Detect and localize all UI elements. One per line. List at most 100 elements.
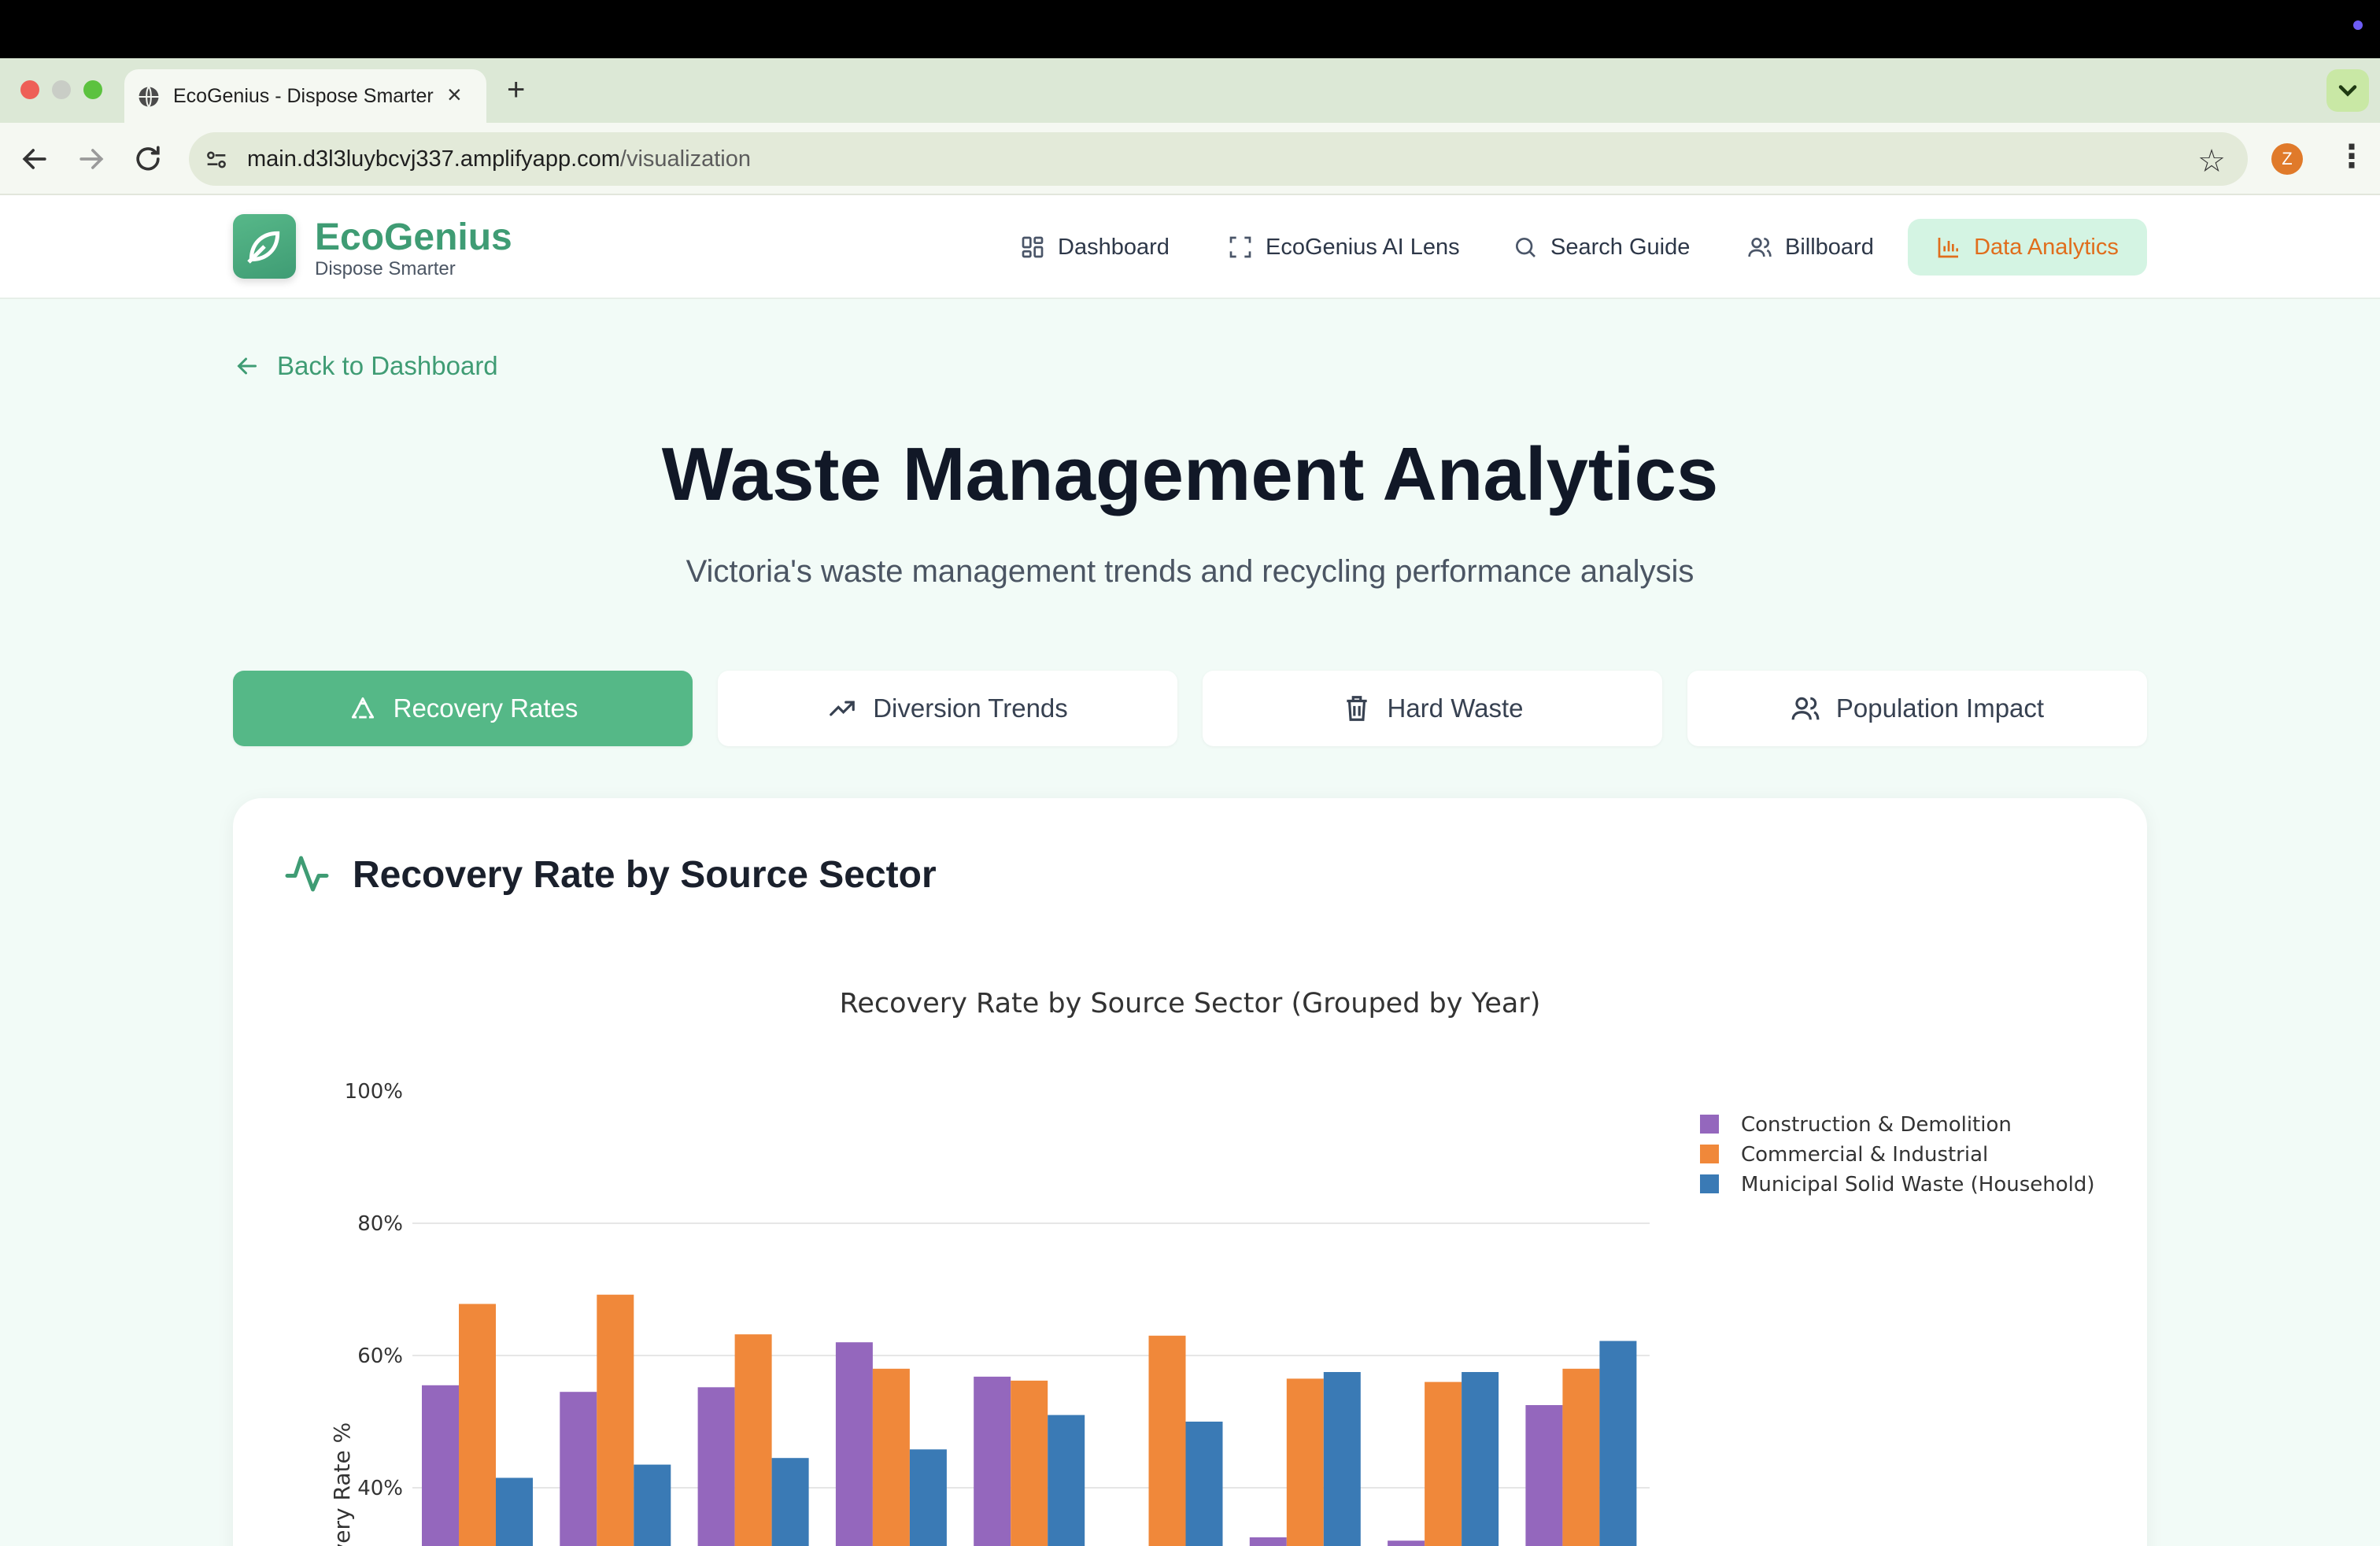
browser-menu-icon[interactable]: ⋮ (2336, 139, 2367, 175)
back-link-label: Back to Dashboard (277, 351, 498, 380)
tab-search-button[interactable] (2326, 69, 2369, 112)
brand-name[interactable]: EcoGenius (315, 216, 512, 259)
url-domain: main.d3l3luybcvj337.amplifyapp.com (247, 146, 620, 172)
search-icon (1516, 238, 1536, 257)
bookmark-star-icon[interactable]: ☆ (2197, 143, 2226, 179)
app-header: EcoGenius Dispose Smarter Dashboard EcoG… (0, 195, 2380, 299)
arrow-left-icon (237, 357, 257, 375)
bar[interactable] (872, 1368, 910, 1546)
chart-title: Recovery Rate by Source Sector (Grouped … (840, 988, 1541, 1019)
bar[interactable] (1425, 1381, 1462, 1546)
browser-tab[interactable]: EcoGenius - Dispose Smarter × (124, 69, 486, 123)
legend-label[interactable]: Municipal Solid Waste (Household) (1741, 1173, 2095, 1196)
brand-tagline: Dispose Smarter (315, 258, 456, 279)
trash-icon (1346, 696, 1367, 721)
tab-close-icon[interactable]: × (447, 80, 462, 109)
y-tick-label: 40% (357, 1477, 403, 1500)
tab-diversion-trends-label: Diversion Trends (873, 693, 1068, 723)
bar-chart-icon (1938, 238, 1959, 258)
bar[interactable] (1148, 1335, 1186, 1546)
minimize-window-button[interactable] (52, 80, 71, 99)
bar[interactable] (422, 1385, 459, 1546)
bar[interactable] (1286, 1378, 1324, 1546)
grid-icon (1022, 236, 1044, 258)
trending-up-icon (830, 701, 856, 716)
bar[interactable] (597, 1294, 634, 1546)
tab-population-impact-label: Population Impact (1835, 693, 2045, 723)
recycle-icon (351, 697, 374, 719)
url-path: /visualization (619, 146, 751, 172)
forward-arrow-icon[interactable] (74, 142, 109, 176)
nav-search-guide[interactable]: Search Guide (1513, 219, 1690, 276)
bar[interactable] (1462, 1372, 1499, 1546)
logo[interactable] (233, 214, 296, 279)
status-dot-icon (2353, 20, 2363, 30)
browser-tabstrip: EcoGenius - Dispose Smarter × + (0, 58, 2380, 123)
legend-label[interactable]: Commercial & Industrial (1741, 1143, 1988, 1167)
bar[interactable] (771, 1458, 809, 1546)
tab-recovery-rates-label: Recovery Rates (393, 693, 578, 723)
users-icon (1791, 697, 1820, 720)
browser-toolbar: main.d3l3luybcvj337.amplifyapp.com/visua… (0, 123, 2380, 195)
page-title: Waste Management Analytics (661, 432, 1719, 516)
globe-icon (139, 86, 159, 108)
bar[interactable] (1388, 1540, 1425, 1546)
nav-data-analytics[interactable]: Data Analytics (1908, 219, 2147, 276)
bar[interactable] (1185, 1422, 1223, 1546)
y-tick-label: 60% (357, 1344, 403, 1368)
bar[interactable] (835, 1342, 873, 1546)
recovery-rate-chart: Recovery Rate by Source Sector (Grouped … (329, 988, 2095, 1546)
y-axis-label: Recovery Rate % (329, 1422, 355, 1546)
leaf-icon (247, 231, 280, 264)
bar[interactable] (1048, 1415, 1085, 1546)
new-tab-button[interactable]: + (507, 72, 525, 108)
address-bar[interactable]: main.d3l3luybcvj337.amplifyapp.com/visua… (189, 132, 2248, 186)
bar[interactable] (697, 1387, 735, 1546)
nav-billboard[interactable]: Billboard (1747, 219, 1874, 276)
bar[interactable] (1011, 1380, 1048, 1546)
tab-population-impact[interactable]: Population Impact (1687, 671, 2147, 746)
reload-icon[interactable] (131, 142, 165, 176)
chart-card: Recovery Rate by Source Sector Recovery … (233, 798, 2147, 1546)
bar[interactable] (909, 1449, 947, 1546)
url-text: main.d3l3luybcvj337.amplifyapp.com/visua… (247, 146, 751, 172)
y-tick-label: 100% (345, 1080, 403, 1104)
nav-billboard-label: Billboard (1785, 234, 1874, 260)
bar[interactable] (734, 1334, 772, 1546)
profile-avatar[interactable]: Z (2271, 143, 2303, 175)
bar[interactable] (1323, 1372, 1361, 1546)
tab-diversion-trends[interactable]: Diversion Trends (718, 671, 1177, 746)
tab-hard-waste-label: Hard Waste (1387, 693, 1524, 723)
legend-swatch[interactable] (1700, 1174, 1719, 1193)
bar[interactable] (1525, 1405, 1563, 1546)
tab-recovery-rates[interactable]: Recovery Rates (233, 671, 693, 746)
bar[interactable] (496, 1478, 533, 1546)
bar[interactable] (1562, 1368, 1600, 1546)
bar[interactable] (634, 1464, 671, 1546)
legend-swatch[interactable] (1700, 1145, 1719, 1163)
nav-dashboard-label: Dashboard (1058, 234, 1170, 260)
nav-ai-lens[interactable]: EcoGenius AI Lens (1228, 219, 1460, 276)
bar[interactable] (459, 1304, 496, 1546)
bar[interactable] (560, 1392, 597, 1546)
users-icon (1748, 238, 1772, 257)
scan-icon (1229, 236, 1251, 258)
tab-hard-waste[interactable]: Hard Waste (1203, 671, 1662, 746)
page-subtitle: Victoria's waste management trends and r… (686, 554, 1694, 589)
os-menu-bar (0, 0, 2380, 58)
legend-swatch[interactable] (1700, 1115, 1719, 1134)
close-window-button[interactable] (20, 80, 39, 99)
back-to-dashboard-link[interactable]: Back to Dashboard (233, 351, 498, 381)
maximize-window-button[interactable] (83, 80, 102, 99)
chart-legend[interactable]: Construction & Demolition Commercial & In… (1700, 1113, 2095, 1196)
bar[interactable] (974, 1376, 1011, 1546)
bar[interactable] (1599, 1341, 1637, 1546)
bar[interactable] (1249, 1537, 1287, 1546)
nav-dashboard[interactable]: Dashboard (1020, 219, 1170, 276)
site-settings-icon[interactable] (203, 146, 230, 173)
nav-search-guide-label: Search Guide (1550, 234, 1691, 260)
legend-label[interactable]: Construction & Demolition (1741, 1113, 2012, 1137)
nav-data-analytics-label: Data Analytics (1974, 234, 2119, 260)
tab-title: EcoGenius - Dispose Smarter (173, 85, 434, 107)
back-arrow-icon[interactable] (17, 142, 52, 176)
